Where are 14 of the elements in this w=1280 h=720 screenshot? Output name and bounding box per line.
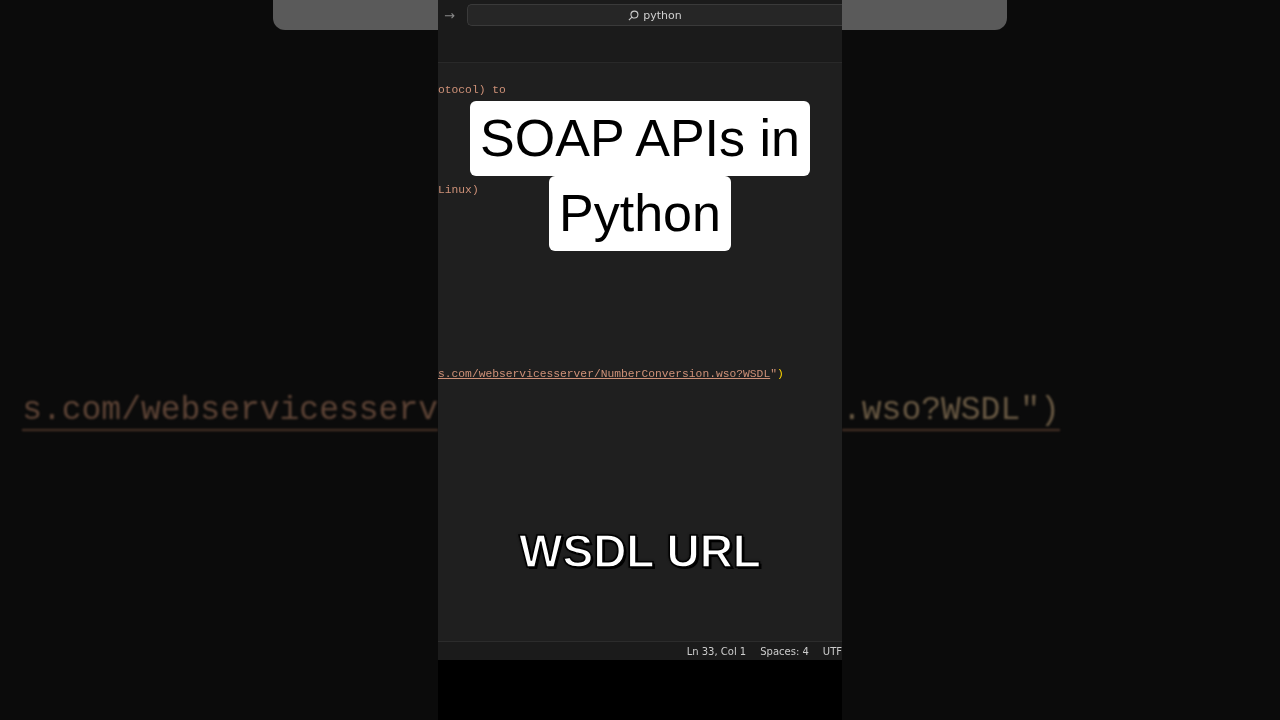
subtitle-caption: WSDL URL: [519, 525, 761, 577]
status-item[interactable]: Ln 33, Col 1: [686, 645, 747, 657]
code-line: s.com/webservicesserver/NumberConversion.wso?WSDL"): [438, 366, 784, 382]
blurred-code-text: s.com/webservicesserv: [22, 392, 438, 431]
status-item[interactable]: UTF: [822, 645, 842, 657]
search-icon: [628, 9, 640, 21]
title-caption: SOAP APIs in: [470, 101, 810, 176]
status-item[interactable]: Spaces: 4: [760, 645, 809, 657]
code-line: Linux): [438, 183, 479, 199]
code-line: otocol) to: [438, 83, 506, 98]
title-caption: Python: [549, 176, 731, 251]
search-field[interactable]: python: [466, 4, 842, 26]
blurred-code-text: .wso?WSDL"): [842, 392, 1060, 431]
forward-arrow[interactable]: →: [444, 7, 455, 23]
